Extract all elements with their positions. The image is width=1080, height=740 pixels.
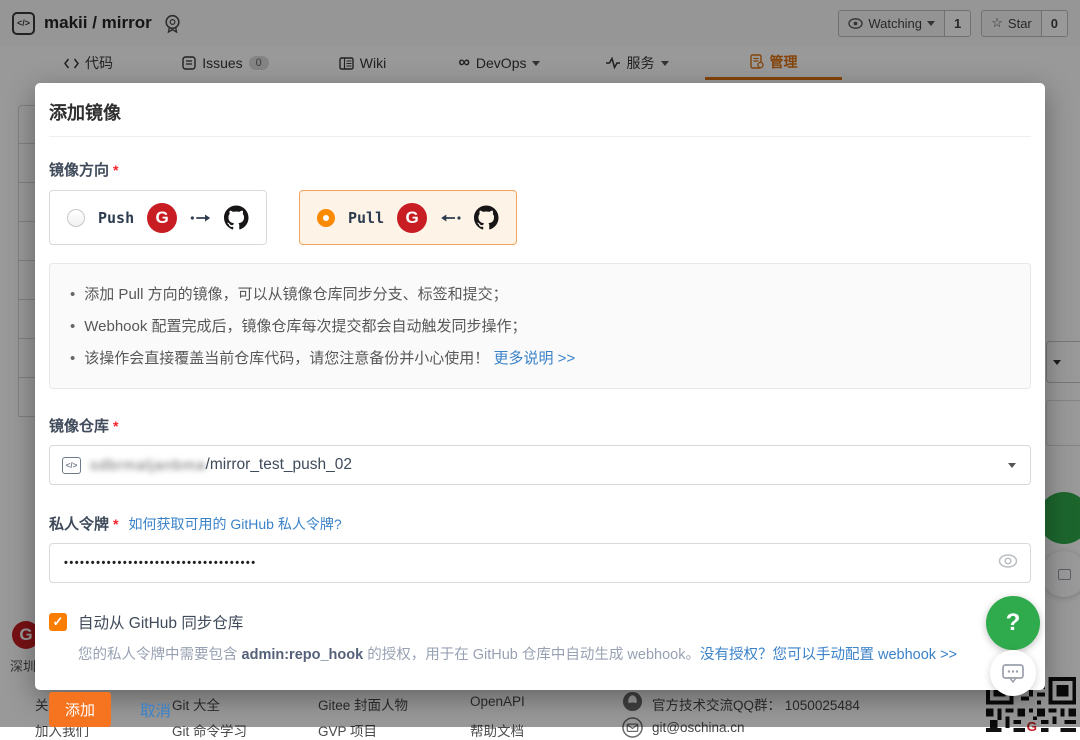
gitee-icon: G (397, 203, 427, 233)
add-button[interactable]: 添加 (49, 692, 111, 727)
auto-sync-label: 自动从 GitHub 同步仓库 (78, 611, 243, 633)
add-mirror-dialog: 添加镜像 镜像方向* Push G Pull G •添加 Pull 方向的镜像 (35, 83, 1045, 690)
chevron-down-icon (1008, 463, 1016, 468)
required-asterisk: * (113, 162, 118, 178)
info-bullet-2: •Webhook 配置完成后，镜像仓库每次提交都会自动触发同步操作； (70, 311, 1010, 343)
show-password-icon[interactable] (998, 554, 1018, 568)
github-icon (224, 202, 249, 233)
mirror-direction-label: 镜像方向* (49, 159, 1031, 180)
divider (49, 136, 1031, 137)
push-label: Push (98, 209, 134, 227)
more-info-link[interactable]: 更多说明 >> (493, 350, 575, 367)
pull-radio[interactable] (317, 209, 335, 227)
arrow-right-icon (190, 212, 211, 224)
pull-label: Pull (348, 209, 384, 227)
auto-sync-description: 您的私人令牌中需要包含 admin:repo_hook 的授权，用于在 GitH… (78, 643, 1031, 664)
token-label-row: 私人令牌* 如何获取可用的 GitHub 私人令牌? (49, 513, 1031, 534)
repo-owner-redacted: sdbrmaljanbma (90, 457, 206, 474)
info-bullet-1: •添加 Pull 方向的镜像，可以从镜像仓库同步分支、标签和提交； (70, 279, 1010, 311)
feedback-floating-button[interactable] (990, 650, 1036, 696)
token-help-link[interactable]: 如何获取可用的 GitHub 私人令牌? (128, 514, 341, 534)
token-masked-value: •••••••••••••••••••••••••••••••••••• (64, 557, 257, 569)
auto-sync-checkbox[interactable]: ✓ (49, 613, 67, 631)
repo-path: /mirror_test_push_02 (206, 456, 352, 474)
required-asterisk: * (113, 418, 118, 434)
info-bullet-3: •该操作会直接覆盖当前仓库代码，请您注意备份并小心使用！ 更多说明 >> (70, 343, 1010, 375)
auto-sync-row: ✓ 自动从 GitHub 同步仓库 (49, 611, 1031, 633)
question-mark-icon: ? (1006, 609, 1021, 637)
required-asterisk: * (113, 516, 118, 532)
dialog-title: 添加镜像 (35, 83, 1045, 136)
chat-bubble-icon (1001, 663, 1025, 684)
gitee-icon: G (147, 203, 177, 233)
direction-option-pull[interactable]: Pull G (299, 190, 517, 245)
mirror-repo-select[interactable]: </> sdbrmaljanbma /mirror_test_push_02 (49, 445, 1031, 485)
arrow-left-icon (440, 212, 461, 224)
manual-webhook-link[interactable]: 没有授权？您可以手动配置 webhook >> (700, 647, 957, 663)
mirror-repo-label: 镜像仓库* (49, 415, 1031, 436)
github-icon (474, 202, 499, 233)
pull-info-box: •添加 Pull 方向的镜像，可以从镜像仓库同步分支、标签和提交； •Webho… (49, 263, 1031, 389)
help-floating-button[interactable]: ? (986, 596, 1040, 650)
repo-code-icon: </> (62, 457, 81, 474)
token-input[interactable]: •••••••••••••••••••••••••••••••••••• (49, 543, 1031, 583)
direction-option-push[interactable]: Push G (49, 190, 267, 245)
push-radio[interactable] (67, 209, 85, 227)
cancel-button[interactable]: 取消 (140, 699, 171, 721)
